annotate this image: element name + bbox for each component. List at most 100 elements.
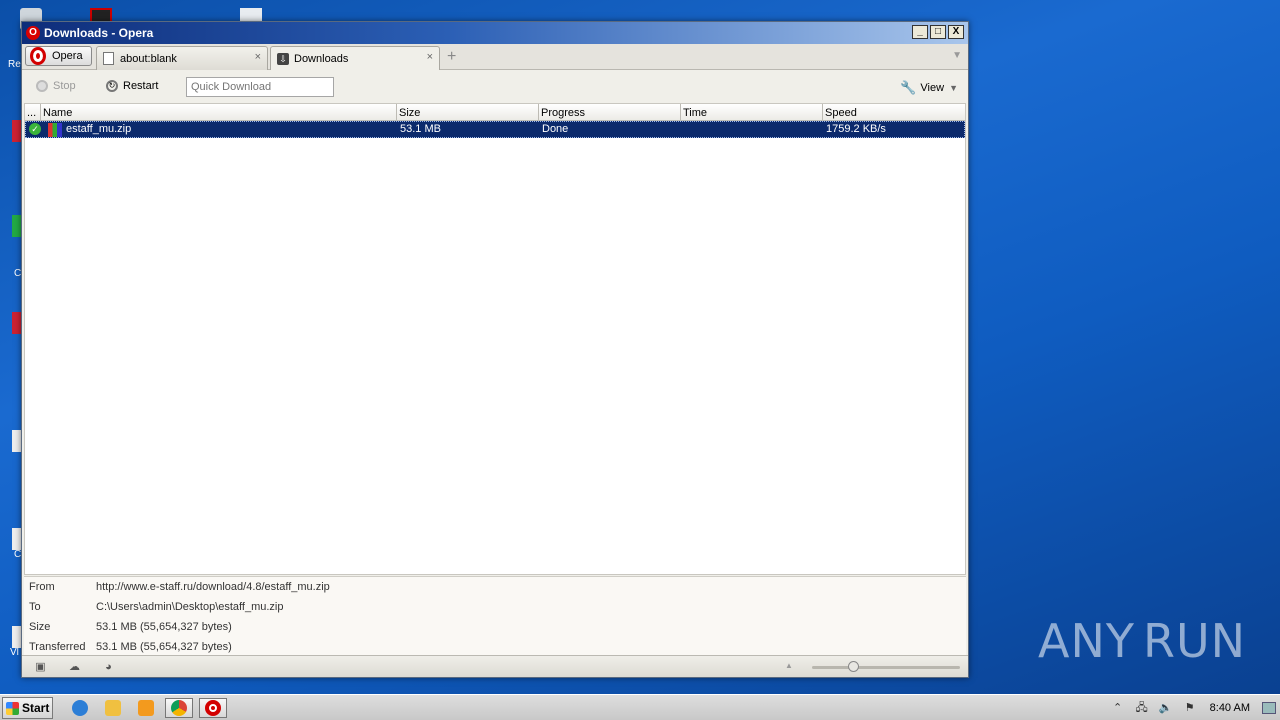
opera-logo-icon [30, 47, 46, 65]
column-header-name[interactable]: Name [41, 104, 397, 121]
checkmark-icon: ✓ [29, 123, 41, 135]
time-cell [682, 122, 824, 137]
detail-row-from: From http://www.e-staff.ru/download/4.8/… [24, 577, 966, 597]
wrench-icon: 🔧 [900, 80, 917, 95]
restart-label: Restart [123, 80, 159, 92]
desktop-icon-label: Re [8, 59, 21, 70]
stop-button[interactable]: Stop [36, 80, 76, 92]
status-cell: ✓ [26, 122, 42, 137]
desktop-shortcut-icon[interactable] [12, 312, 21, 334]
file-name: estaff_mu.zip [66, 123, 132, 135]
downloads-toolbar: Stop ↻ Restart 🔧 View ▼ [22, 70, 968, 104]
opera-menu-label: Opera [52, 50, 83, 62]
downloads-list: ... Name Size Progress Time Speed ✓ esta… [24, 103, 966, 575]
restart-button[interactable]: ↻ Restart [106, 80, 158, 92]
speed-dial-icon[interactable]: ◕ [102, 661, 115, 673]
opera-icon [205, 700, 221, 716]
cloud-icon[interactable]: ☁ [68, 661, 81, 673]
desktop-shortcut-icon[interactable] [12, 626, 21, 648]
action-center-flag-icon[interactable]: ⚑ [1183, 701, 1197, 715]
anyrun-watermark: ANY RUN [1038, 606, 1245, 676]
desktop-shortcut-icon[interactable] [12, 215, 21, 237]
chevron-down-icon: ▼ [949, 83, 958, 93]
desktop-shortcut-icon[interactable] [12, 120, 21, 142]
detail-row-to: To C:\Users\admin\Desktop\estaff_mu.zip [24, 597, 966, 617]
chrome-icon [171, 700, 187, 716]
archive-icon [48, 122, 62, 137]
chrome-taskbar-button[interactable] [165, 698, 193, 718]
table-header: ... Name Size Progress Time Speed [25, 104, 965, 121]
desktop-shortcut-icon[interactable] [12, 528, 21, 550]
detail-label: To [29, 601, 41, 613]
tab-list-chevron-icon[interactable]: ▼ [952, 50, 962, 61]
column-header-status[interactable]: ... [25, 104, 41, 121]
new-tab-icon[interactable]: + [447, 48, 456, 66]
column-header-time[interactable]: Time [681, 104, 823, 121]
close-button[interactable]: X [948, 25, 964, 39]
detail-value-to[interactable]: C:\Users\admin\Desktop\estaff_mu.zip [96, 601, 283, 613]
media-player-icon [138, 700, 154, 716]
tab-bar: Opera about:blank × ⇩ Downloads × + ▼ [22, 44, 968, 70]
minimize-button[interactable]: _ [912, 25, 928, 39]
table-row[interactable]: ✓ estaff_mu.zip 53.1 MB Done 1759.2 KB/s [25, 121, 965, 138]
tab-close-icon[interactable]: × [255, 51, 261, 63]
detail-value-transferred: 53.1 MB (55,654,327 bytes) [96, 641, 232, 653]
file-explorer-taskbar-button[interactable] [99, 698, 127, 718]
status-bar: ▣ ☁ ◕ ▲ [22, 655, 968, 677]
opera-menu-button[interactable]: Opera [25, 46, 92, 66]
zoom-slider-handle[interactable] [848, 661, 859, 672]
zoom-slider[interactable] [812, 666, 960, 669]
panel-toggle-icon[interactable]: ▣ [34, 661, 47, 673]
tab-downloads[interactable]: ⇩ Downloads × [270, 46, 440, 70]
watermark-right-text: RUN [1142, 614, 1247, 668]
size-cell: 53.1 MB [400, 123, 441, 135]
system-tray: ⌃ 🖧 🔈 ⚑ 8:40 AM [1106, 695, 1280, 720]
opera-logo-icon: O [26, 26, 40, 40]
show-hidden-icons-chevron-icon[interactable]: ⌃ [1111, 701, 1125, 715]
internet-explorer-taskbar-button[interactable] [66, 698, 94, 718]
downloads-icon: ⇩ [277, 52, 289, 65]
desktop-shortcut-icon[interactable] [12, 430, 21, 452]
page-icon [103, 52, 114, 65]
title-bar[interactable]: O Downloads - Opera _ □ X [22, 22, 968, 44]
progress-cell: Done [542, 123, 569, 135]
column-header-speed[interactable]: Speed [823, 104, 965, 121]
download-details-panel: From http://www.e-staff.ru/download/4.8/… [24, 576, 966, 655]
detail-value-from[interactable]: http://www.e-staff.ru/download/4.8/estaf… [96, 581, 330, 593]
detail-label: Size [29, 621, 51, 633]
view-menu-button[interactable]: 🔧 View ▼ [900, 80, 958, 96]
stop-label: Stop [53, 80, 76, 92]
name-cell: estaff_mu.zip [42, 122, 398, 137]
opera-taskbar-button[interactable] [199, 698, 227, 718]
watermark-left-text: ANY [1038, 614, 1135, 668]
clock[interactable]: 8:40 AM [1210, 702, 1250, 714]
quick-download-input[interactable] [186, 77, 334, 97]
taskbar: Start ⌃ 🖧 🔈 ⚑ 8:40 AM [0, 694, 1280, 720]
tab-label: Downloads [294, 52, 349, 65]
tab-close-icon[interactable]: × [427, 51, 433, 63]
column-header-size[interactable]: Size [397, 104, 539, 121]
detail-row-transferred: Transferred 53.1 MB (55,654,327 bytes) [24, 637, 966, 657]
stop-icon [36, 80, 48, 92]
column-header-progress[interactable]: Progress [539, 104, 681, 121]
tab-about-blank[interactable]: about:blank × [96, 46, 268, 70]
start-label: Start [22, 701, 50, 715]
window-title: Downloads - Opera [44, 26, 154, 40]
view-label: View [920, 82, 945, 94]
internet-explorer-icon [72, 700, 88, 716]
start-button[interactable]: Start [2, 697, 53, 719]
windows-logo-icon [6, 701, 19, 715]
media-player-taskbar-button[interactable] [132, 698, 160, 718]
detail-value-size: 53.1 MB (55,654,327 bytes) [96, 621, 232, 633]
maximize-button[interactable]: □ [930, 25, 946, 39]
network-icon[interactable]: 🖧 [1135, 701, 1149, 715]
detail-row-size: Size 53.1 MB (55,654,327 bytes) [24, 617, 966, 637]
show-desktop-button[interactable] [1262, 702, 1276, 714]
desktop-icon-label: Vl [10, 647, 19, 658]
zoom-triangle-icon[interactable]: ▲ [785, 661, 793, 670]
folder-icon [105, 700, 121, 716]
detail-label: Transferred [29, 641, 86, 653]
detail-label: From [29, 581, 55, 593]
restart-icon: ↻ [106, 80, 118, 92]
volume-icon[interactable]: 🔈 [1159, 701, 1173, 715]
